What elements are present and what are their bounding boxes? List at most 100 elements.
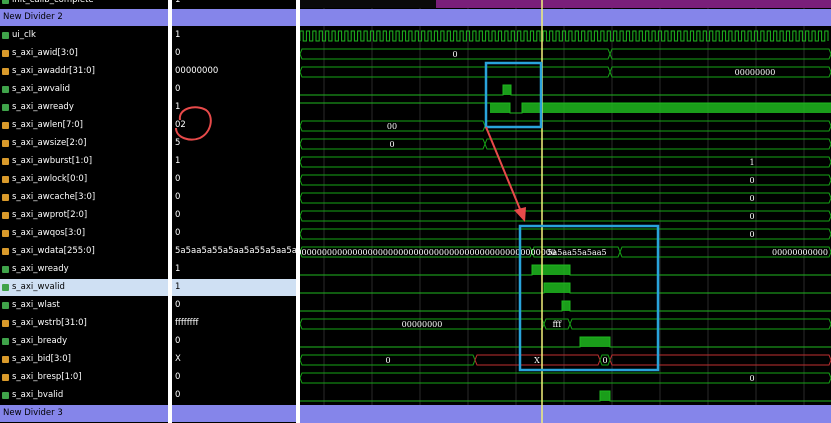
signal-row[interactable]: s_axi_awlen[7:0] bbox=[0, 117, 168, 134]
signal-name: init_calib_complete bbox=[12, 0, 94, 5]
bus-segment bbox=[484, 138, 831, 150]
bus-signal-icon bbox=[2, 230, 9, 237]
bus-value-label: 00000000 bbox=[735, 68, 776, 77]
bus-value-label: 5a5aa55a5aa5 bbox=[547, 248, 606, 257]
signal-name: s_axi_bresp[1:0] bbox=[12, 372, 82, 382]
waveform-canvas[interactable]: 0000000000001000000000000000000000000000… bbox=[300, 0, 831, 423]
signal-name: s_axi_awid[3:0] bbox=[12, 48, 78, 58]
bit-waveform bbox=[300, 390, 831, 402]
signal-name: s_axi_awaddr[31:0] bbox=[12, 66, 95, 76]
divider-label: New Divider 2 bbox=[3, 12, 63, 22]
bus-signal-icon bbox=[2, 356, 9, 363]
divider-bar bbox=[300, 405, 831, 423]
bus-segment bbox=[609, 66, 831, 78]
calib-complete-high bbox=[436, 0, 831, 8]
signal-row[interactable]: s_axi_awlock[0:0] bbox=[0, 171, 168, 188]
signal-row[interactable]: s_axi_wdata[255:0] bbox=[0, 243, 168, 260]
waveform-pane[interactable]: 0 00000000 00 0 1 0 0 0 0 00000000000000000000000… bbox=[300, 0, 831, 423]
signal-name: s_axi_bvalid bbox=[12, 390, 64, 400]
signal-name: s_axi_awlen[7:0] bbox=[12, 120, 83, 130]
bit-signal-icon bbox=[2, 32, 9, 39]
signal-name: s_axi_wready bbox=[12, 264, 69, 274]
signal-name: s_axi_awcache[3:0] bbox=[12, 192, 96, 202]
bit-signal-icon bbox=[2, 86, 9, 93]
signal-row[interactable]: s_axi_awready bbox=[0, 99, 168, 116]
bit-signal-icon bbox=[2, 338, 9, 345]
bit-signal-icon bbox=[2, 0, 9, 4]
signal-name: s_axi_wstrb[31:0] bbox=[12, 318, 87, 328]
signal-row[interactable]: s_axi_awqos[3:0] bbox=[0, 225, 168, 242]
bus-value-label: 0 bbox=[749, 212, 754, 221]
bit-signal-icon bbox=[2, 284, 9, 291]
signal-names-pane: init_calib_complete New Divider 2 ui_clk… bbox=[0, 0, 168, 423]
signal-high-fill bbox=[580, 337, 610, 347]
signal-name: s_axi_awvalid bbox=[12, 84, 71, 94]
bus-value-label: fff bbox=[553, 320, 563, 329]
bus-signal-icon bbox=[2, 68, 9, 75]
bus-value-label: 0 bbox=[385, 356, 390, 365]
signal-name: s_axi_awsize[2:0] bbox=[12, 138, 87, 148]
signal-high-fill bbox=[490, 103, 510, 113]
signal-name: s_axi_awprot[2:0] bbox=[12, 210, 88, 220]
annotation-arrow-line bbox=[485, 126, 523, 215]
bit-signal-icon bbox=[2, 104, 9, 111]
signal-row[interactable]: s_axi_awvalid bbox=[0, 81, 168, 98]
bus-signal-icon bbox=[2, 158, 9, 165]
signal-name: s_axi_awqos[3:0] bbox=[12, 228, 86, 238]
bit-waveform bbox=[300, 84, 831, 96]
bus-value-label: 0 bbox=[749, 374, 754, 383]
divider-bar bbox=[300, 9, 831, 26]
handdrawn-circle-annotation bbox=[175, 106, 212, 141]
bus-value-label: 0 bbox=[749, 194, 754, 203]
signal-row[interactable]: s_axi_wstrb[31:0] bbox=[0, 315, 168, 332]
bus-signal-icon bbox=[2, 50, 9, 57]
signal-row[interactable]: s_axi_wvalid bbox=[0, 279, 168, 296]
bit-signal-icon bbox=[2, 266, 9, 273]
bus-signal-icon bbox=[2, 212, 9, 219]
signal-name: s_axi_bid[3:0] bbox=[12, 354, 71, 364]
divider-label: New Divider 3 bbox=[3, 408, 63, 418]
bus-value-label: 0 bbox=[749, 230, 754, 239]
divider-row[interactable]: New Divider 2 bbox=[0, 9, 168, 26]
bus-signal-icon bbox=[2, 176, 9, 183]
signal-row[interactable]: s_axi_wlast bbox=[0, 297, 168, 314]
signal-high-fill bbox=[532, 265, 570, 275]
signal-row[interactable]: s_axi_awprot[2:0] bbox=[0, 207, 168, 224]
bus-value-label: 0 bbox=[749, 176, 754, 185]
signal-row[interactable]: s_axi_awaddr[31:0] bbox=[0, 63, 168, 80]
bit-signal-icon bbox=[2, 392, 9, 399]
bus-value-label: X bbox=[534, 356, 540, 365]
signal-row[interactable]: s_axi_awburst[1:0] bbox=[0, 153, 168, 170]
bus-value-label: 00000000 bbox=[402, 320, 443, 329]
bus-value-label: 0 bbox=[602, 356, 607, 365]
signal-row[interactable]: s_axi_bready bbox=[0, 333, 168, 350]
signal-name: s_axi_awlock[0:0] bbox=[12, 174, 88, 184]
signal-name: s_axi_awready bbox=[12, 102, 74, 112]
signal-row[interactable]: s_axi_bvalid bbox=[0, 387, 168, 404]
signal-high-fill bbox=[522, 103, 831, 113]
bus-value-label: 0 bbox=[452, 50, 457, 59]
divider-row[interactable]: New Divider 3 bbox=[0, 405, 168, 422]
bus-signal-icon bbox=[2, 374, 9, 381]
bus-signal-icon bbox=[2, 122, 9, 129]
signal-name: ui_clk bbox=[12, 30, 36, 40]
signal-name: s_axi_wdata[255:0] bbox=[12, 246, 95, 256]
bit-signal-icon bbox=[2, 302, 9, 309]
signal-name: s_axi_wlast bbox=[12, 300, 60, 310]
bus-value-label: 0 bbox=[389, 140, 394, 149]
signal-row[interactable]: ui_clk bbox=[0, 27, 168, 44]
bus-value-label: 00000000000 bbox=[772, 248, 828, 257]
signal-row-partial[interactable]: init_calib_complete bbox=[0, 0, 168, 9]
bus-value-label: 00 bbox=[387, 122, 397, 131]
bit-waveform bbox=[300, 336, 831, 348]
signal-high-fill bbox=[544, 283, 570, 293]
signal-values-pane: 1 1 0 00000000 0 1 02 5 1 0 0 0 0 5a5aa5a55a5aa5a55a… bbox=[172, 0, 296, 423]
signal-row[interactable]: s_axi_bid[3:0] bbox=[0, 351, 168, 368]
signal-row[interactable]: s_axi_wready bbox=[0, 261, 168, 278]
signal-row[interactable]: s_axi_awid[3:0] bbox=[0, 45, 168, 62]
bus-segment bbox=[569, 318, 831, 330]
signal-row[interactable]: s_axi_bresp[1:0] bbox=[0, 369, 168, 386]
signal-row[interactable]: s_axi_awsize[2:0] bbox=[0, 135, 168, 152]
bus-value-label: 0000000000000000000000000000000000000000… bbox=[300, 248, 556, 257]
signal-row[interactable]: s_axi_awcache[3:0] bbox=[0, 189, 168, 206]
